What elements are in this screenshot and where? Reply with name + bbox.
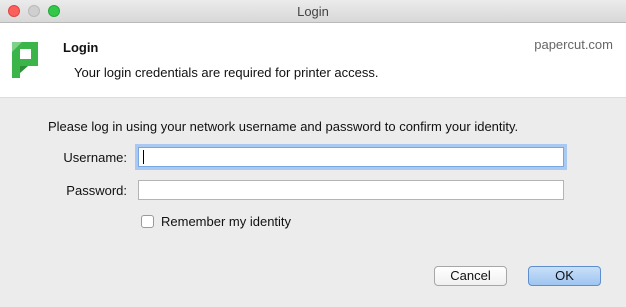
instructions-text: Please log in using your network usernam…	[48, 119, 519, 134]
login-dialog: Login Login Your login credentials are r…	[0, 0, 626, 307]
text-caret	[143, 150, 144, 164]
window-title: Login	[297, 4, 329, 19]
banner-title: Login	[63, 40, 99, 55]
username-label: Username:	[63, 150, 127, 165]
title-bar: Login	[0, 0, 626, 23]
remember-identity-checkbox[interactable]	[141, 215, 154, 228]
password-field[interactable]	[138, 180, 564, 200]
ok-button[interactable]: OK	[528, 266, 601, 286]
remember-identity-label[interactable]: Remember my identity	[161, 214, 291, 229]
banner-subtitle: Your login credentials are required for …	[74, 65, 379, 80]
brand-url: papercut.com	[534, 37, 613, 52]
papercut-logo-icon	[12, 42, 38, 78]
password-label: Password:	[66, 183, 127, 198]
cancel-button[interactable]: Cancel	[434, 266, 507, 286]
header-banner: Login Your login credentials are require…	[0, 23, 626, 98]
username-field[interactable]	[138, 147, 564, 167]
